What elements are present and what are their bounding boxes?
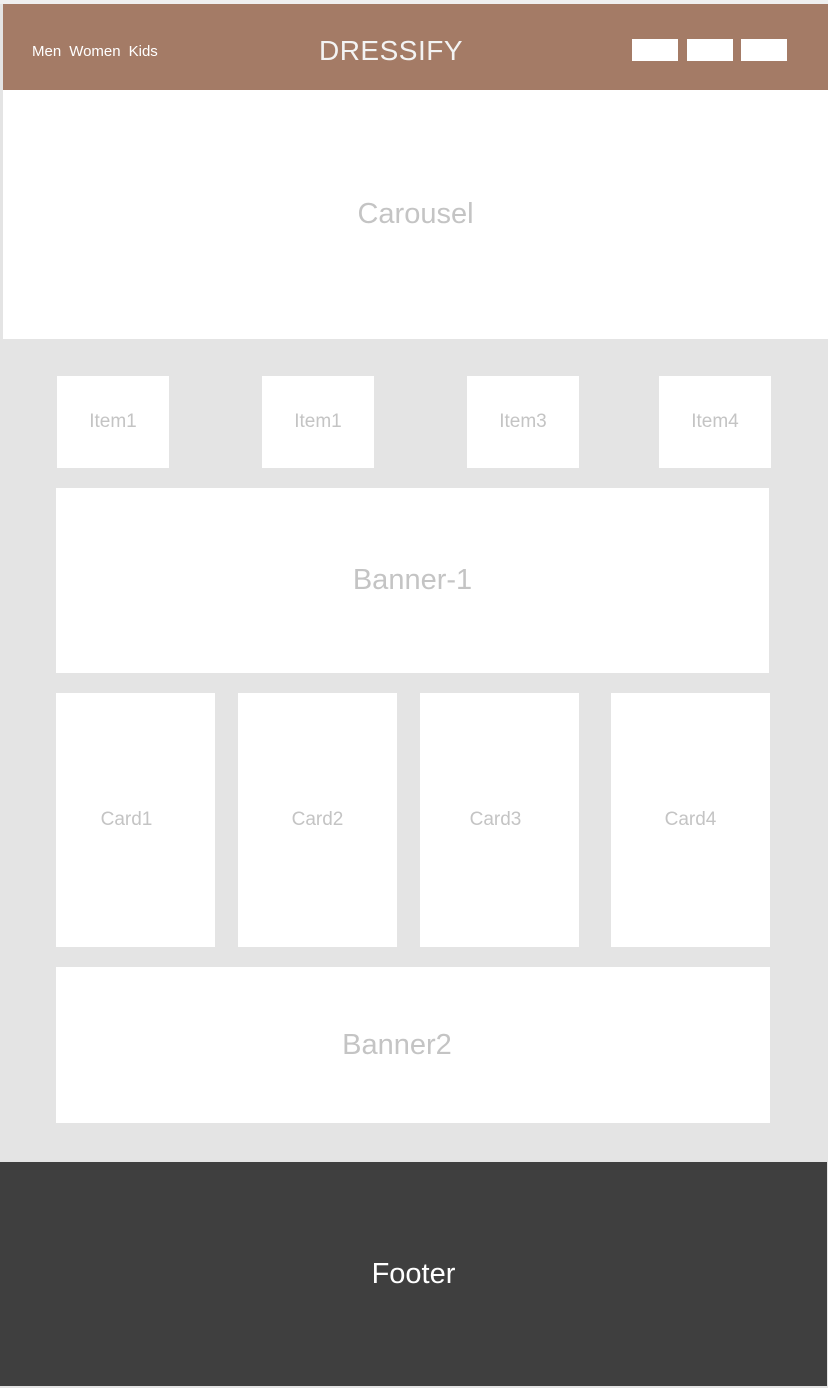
card-1[interactable]: Card1 <box>56 693 215 947</box>
card-4[interactable]: Card4 <box>611 693 770 947</box>
item-tile-2[interactable]: Item1 <box>262 376 374 468</box>
item-label: Item4 <box>691 411 739 432</box>
item-tile-1[interactable]: Item1 <box>57 376 169 468</box>
header-action-button-3[interactable] <box>741 39 787 61</box>
carousel-label: Carousel <box>357 198 474 230</box>
card-label: Card3 <box>469 809 522 830</box>
nav-link-women[interactable]: Women <box>69 44 120 60</box>
card-label: Card2 <box>291 809 344 830</box>
banner-2-label: Banner2 <box>342 1028 452 1061</box>
carousel[interactable]: Carousel <box>3 90 828 339</box>
header-action-button-2[interactable] <box>687 39 733 61</box>
item-label: Item3 <box>499 411 547 432</box>
brand-logo[interactable]: DRESSIFY <box>300 34 482 68</box>
banner-1[interactable]: Banner-1 <box>56 488 769 673</box>
footer-label: Footer <box>371 1257 456 1290</box>
card-label: Card1 <box>100 809 153 830</box>
banner-1-label: Banner-1 <box>352 564 473 596</box>
nav-link-men[interactable]: Men <box>32 44 61 60</box>
item-label: Item1 <box>294 411 342 432</box>
item-label: Item1 <box>89 411 137 432</box>
card-2[interactable]: Card2 <box>238 693 397 947</box>
header-action-button-1[interactable] <box>632 39 678 61</box>
item-tile-4[interactable]: Item4 <box>659 376 771 468</box>
nav-link-kids[interactable]: Kids <box>129 44 158 60</box>
item-tile-3[interactable]: Item3 <box>467 376 579 468</box>
banner-2[interactable]: Banner2 <box>56 967 770 1123</box>
site-footer: Footer <box>0 1162 827 1386</box>
card-label: Card4 <box>664 809 717 830</box>
card-3[interactable]: Card3 <box>420 693 579 947</box>
main-nav: Men Women Kids <box>32 44 158 60</box>
